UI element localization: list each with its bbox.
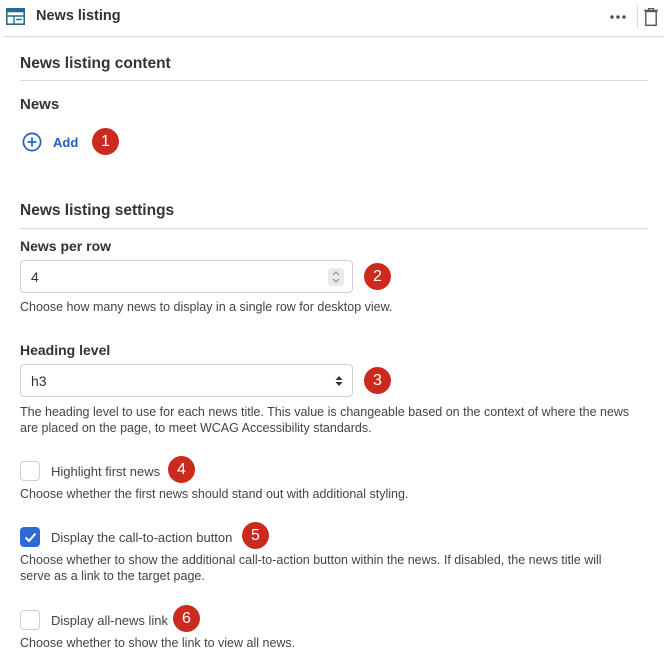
- heading-level-help-line1: The heading level to use for each news t…: [20, 405, 630, 419]
- annotation-badge-3: 3: [364, 367, 391, 394]
- news-per-row-help: Choose how many news to display in a sin…: [20, 300, 393, 314]
- content-section-title: News listing content: [20, 55, 171, 72]
- display-cta-help-line1: Choose whether to show the additional ca…: [20, 553, 602, 567]
- news-per-row-value: 4: [31, 269, 39, 285]
- display-cta-checkbox[interactable]: [20, 527, 40, 547]
- highlight-first-news-label[interactable]: Highlight first news: [51, 464, 160, 479]
- annotation-badge-4: 4: [168, 456, 195, 483]
- display-all-news-checkbox[interactable]: [20, 610, 40, 630]
- display-cta-help: Choose whether to show the additional ca…: [20, 552, 660, 584]
- annotation-badge-6: 6: [173, 605, 200, 632]
- heading-level-value: h3: [31, 373, 47, 389]
- news-listing-block-icon: [6, 8, 25, 25]
- display-cta-help-line2: serve as a link to the target page.: [20, 569, 205, 583]
- stepper-arrows-icon: [332, 271, 340, 283]
- news-per-row-label: News per row: [20, 238, 112, 254]
- plus-circle-icon: [22, 132, 42, 152]
- header-separator: [637, 5, 638, 28]
- heading-level-label: Heading level: [20, 342, 111, 358]
- display-cta-label[interactable]: Display the call-to-action button: [51, 530, 232, 545]
- news-per-row-input[interactable]: 4: [20, 260, 353, 293]
- select-arrows-icon: [335, 376, 343, 386]
- annotation-badge-2: 2: [364, 263, 391, 290]
- annotation-badge-1: 1: [92, 128, 119, 155]
- annotation-badge-5: 5: [242, 522, 269, 549]
- block-title: News listing: [36, 8, 121, 24]
- settings-section-divider: [20, 228, 648, 229]
- news-label: News: [20, 96, 60, 113]
- heading-level-help-line2: are placed on the page, to meet WCAG Acc…: [20, 421, 372, 435]
- more-options-icon[interactable]: [609, 10, 627, 24]
- display-all-news-help: Choose whether to show the link to view …: [20, 636, 296, 650]
- highlight-first-news-checkbox[interactable]: [20, 461, 40, 481]
- content-section-divider: [20, 80, 648, 81]
- settings-section-title: News listing settings: [20, 202, 175, 219]
- trash-icon[interactable]: [644, 8, 658, 26]
- heading-level-select[interactable]: h3: [20, 364, 353, 397]
- header-divider: [4, 36, 664, 37]
- display-all-news-label[interactable]: Display all-news link: [51, 613, 168, 628]
- add-news-label: Add: [53, 134, 79, 150]
- heading-level-help: The heading level to use for each news t…: [20, 404, 660, 436]
- news-per-row-stepper[interactable]: [328, 268, 344, 286]
- add-news-button[interactable]: Add: [22, 132, 78, 152]
- block-header: News listing: [0, 0, 669, 37]
- checkmark-icon: [24, 532, 37, 543]
- highlight-first-news-help: Choose whether the first news should sta…: [20, 487, 409, 501]
